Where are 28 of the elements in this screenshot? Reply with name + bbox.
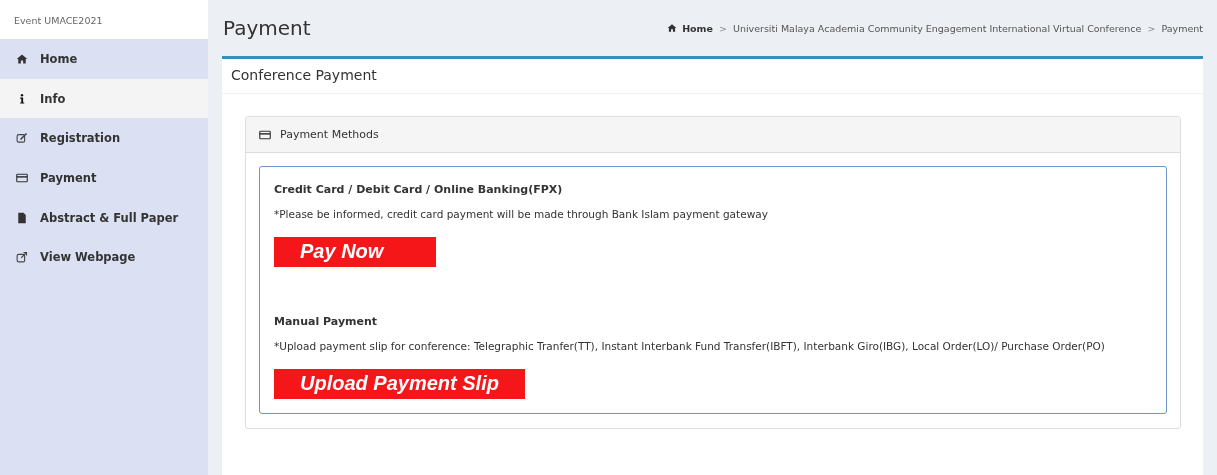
breadcrumb-separator: > — [718, 22, 727, 34]
page-title: Payment — [222, 16, 311, 40]
box-title: Conference Payment — [222, 59, 1203, 94]
sidebar-item[interactable]: Payment — [0, 158, 208, 198]
breadcrumb-link[interactable]: Home — [667, 22, 713, 34]
panel-title: Payment Methods — [280, 128, 379, 141]
method-title: Credit Card / Debit Card / Online Banking(FPX) — [274, 183, 564, 196]
method-note: *Upload payment slip for conference: Telegraphic Tranfer(TT), Instant Interbank Fund Transfer(IBFT), Interbank Giro(IBG), Local Order(LO)/ Purchase Order(PO) — [274, 340, 1106, 352]
sidebar-item[interactable]: Abstract & Full Paper — [0, 197, 208, 238]
document-icon — [16, 211, 28, 224]
home-icon — [667, 23, 678, 33]
breadcrumb-link[interactable]: Payment — [1161, 22, 1203, 34]
method-note: *Please be informed, credit card payment will be made through Bank Islam payment gateway — [274, 208, 769, 220]
sidebar-item[interactable]: Info — [0, 78, 208, 119]
event-title: Event UMACE2021 — [0, 0, 208, 39]
card-icon — [259, 128, 271, 141]
external-link-icon — [16, 251, 28, 264]
sidebar-item[interactable]: View Webpage — [0, 237, 208, 278]
home-icon — [16, 52, 28, 65]
pay-button[interactable]: Pay Now — [274, 237, 436, 267]
breadcrumb-separator: > — [1147, 22, 1156, 34]
pay-button[interactable]: Upload Payment Slip — [274, 369, 525, 399]
edit-icon — [16, 132, 28, 145]
sidebar-item[interactable]: Registration — [0, 118, 208, 159]
breadcrumb-link[interactable]: Universiti Malaya Academia Community Engagement International Virtual Conference — [732, 22, 1142, 34]
sidebar-item[interactable]: Home — [0, 39, 208, 79]
method-title: Manual Payment — [274, 315, 379, 328]
card-icon — [16, 171, 28, 184]
